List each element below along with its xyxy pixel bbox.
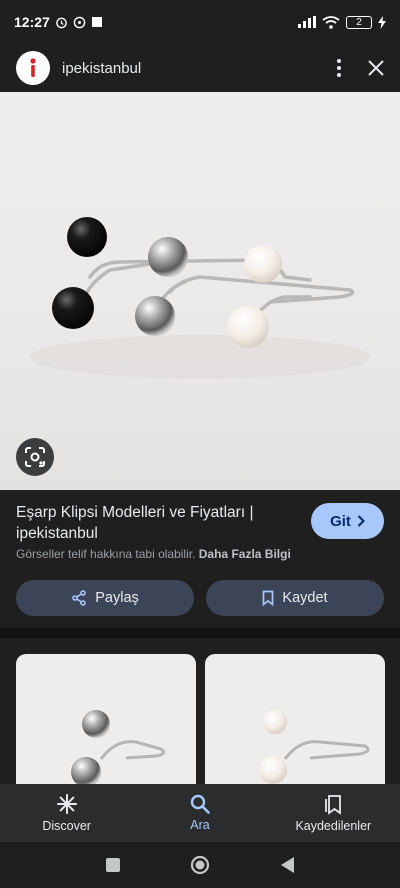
search-icon [190, 794, 210, 814]
save-button[interactable]: Kaydet [206, 580, 384, 616]
visit-button[interactable]: Git [311, 503, 384, 539]
signal-icon [298, 16, 316, 28]
wifi-icon [322, 15, 340, 29]
saved-collections-icon [325, 795, 342, 815]
more-info-link[interactable]: Daha Fazla Bilgi [199, 547, 291, 561]
nav-saved[interactable]: Kaydedilenler [267, 784, 400, 842]
chevron-right-icon [357, 515, 365, 527]
whatsapp-icon [73, 16, 86, 28]
result-info-panel: Eşarp Klipsi Modelleri ve Fiyatları | ip… [0, 490, 400, 628]
related-image-card[interactable] [205, 654, 385, 784]
close-icon[interactable] [368, 60, 384, 76]
status-bar: 12:27 2 [0, 0, 400, 44]
status-right: 2 [298, 15, 386, 29]
home-icon[interactable] [190, 855, 210, 875]
nav-saved-label: Kaydedilenler [295, 819, 372, 833]
product-image[interactable] [0, 92, 400, 490]
section-divider [0, 628, 400, 638]
share-button[interactable]: Paylaş [16, 580, 194, 616]
nav-discover-label: Discover [42, 819, 91, 833]
copyright-notice: Görseller telif hakkına tabi olabilir. D… [16, 547, 291, 561]
site-name[interactable]: ipekistanbul [62, 60, 141, 77]
save-button-label: Kaydet [282, 590, 328, 606]
back-icon[interactable] [279, 856, 295, 874]
share-icon [72, 590, 87, 606]
charging-icon [378, 15, 386, 29]
visit-button-label: Git [330, 512, 351, 530]
share-button-label: Paylaş [95, 590, 139, 606]
result-title[interactable]: Eşarp Klipsi Modelleri ve Fiyatları | ip… [16, 502, 296, 544]
bookmark-icon [263, 590, 274, 606]
nav-discover[interactable]: Discover [0, 784, 133, 842]
nav-search[interactable]: Ara [133, 784, 266, 842]
asterisk-icon [56, 794, 77, 814]
pearl-pin-thumbnail [259, 710, 370, 784]
silver-pin-thumbnail [71, 710, 166, 784]
status-left: 12:27 [14, 14, 103, 30]
header-actions [336, 58, 384, 78]
copyright-text: Görseller telif hakkına tabi olabilir. [16, 547, 196, 561]
more-options-icon[interactable] [336, 58, 342, 78]
lens-search-button[interactable] [16, 438, 54, 476]
recent-apps-icon[interactable] [105, 857, 121, 873]
lens-icon [25, 447, 45, 467]
battery-icon: 2 [346, 15, 372, 29]
system-navigation [0, 842, 400, 888]
status-time: 12:27 [14, 14, 50, 30]
hijab-pins-photo [30, 217, 370, 379]
nav-search-label: Ara [190, 818, 210, 832]
site-logo-icon[interactable] [16, 51, 50, 85]
related-image-card[interactable] [16, 654, 196, 784]
bottom-navigation: Discover Ara Kaydedilenler [0, 784, 400, 842]
related-images [0, 638, 400, 784]
square-notification-icon [91, 17, 102, 27]
result-header: ipekistanbul [0, 44, 400, 92]
alarm-icon [55, 17, 67, 28]
